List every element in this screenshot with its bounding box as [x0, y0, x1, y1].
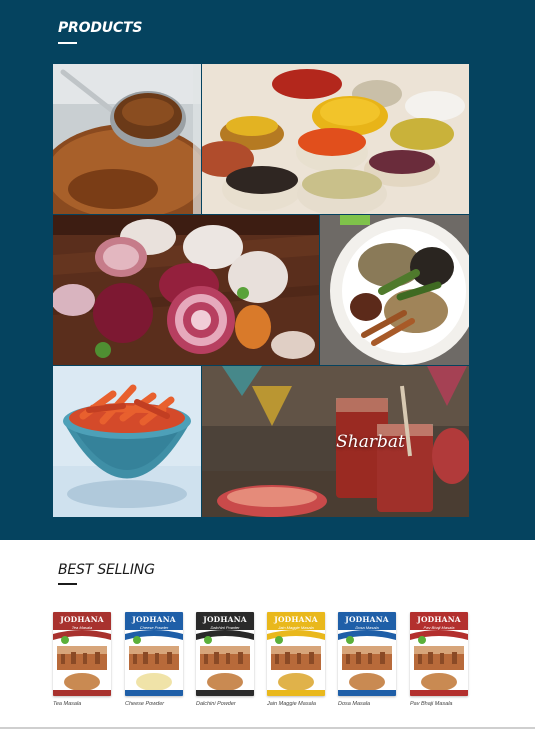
pack-brand: JODHANA — [203, 615, 247, 624]
product-pack-image: JODHANA Pav Bhaji Masala — [410, 612, 468, 696]
spice-bowls-image — [202, 64, 469, 214]
onion-garlic-image — [53, 215, 319, 365]
product-card[interactable]: JODHANA Dalchini Powder Dalchini Powder — [196, 612, 254, 707]
product-pack-image: JODHANA Jain Maggie Masala — [267, 612, 325, 696]
product-pack-image: JODHANA Dalchini Powder — [196, 612, 254, 696]
tile-spice-bowls[interactable] — [202, 64, 469, 214]
pack-brand: JODHANA — [345, 615, 389, 624]
best-selling-section: BEST SELLING JODHANA Tea Masala Tea Masala… — [0, 540, 535, 730]
tile-spice-powder-spoon[interactable] — [53, 64, 201, 214]
pack-brand: JODHANA — [274, 615, 318, 624]
product-name[interactable]: Dalchini Powder — [196, 701, 254, 707]
pack-subtitle: Cheese Powder — [139, 625, 169, 630]
pack-subtitle: Tea Masala — [71, 625, 93, 630]
product-pack-image: JODHANA Tea Masala — [53, 612, 111, 696]
pickle-bowl-image — [53, 366, 201, 517]
tile-sharbat[interactable]: Sharbat — [202, 366, 469, 517]
pack-brand: JODHANA — [132, 615, 176, 624]
products-title-underline — [58, 42, 77, 44]
product-card[interactable]: JODHANA Dosa Masala Dosa Masala — [338, 612, 396, 707]
best-selling-title-underline — [58, 583, 77, 585]
product-pack-image: JODHANA Cheese Powder — [125, 612, 183, 696]
footer-divider — [0, 727, 535, 729]
pack-brand: JODHANA — [417, 615, 461, 624]
products-title: PRODUCTS — [58, 20, 143, 36]
product-name[interactable]: Jain Maggie Masala — [267, 701, 325, 707]
tile-whole-spices-plate[interactable] — [320, 215, 469, 365]
spice-powder-image — [53, 64, 201, 214]
pack-subtitle: Jain Maggie Masala — [278, 625, 314, 630]
product-card[interactable]: JODHANA Pav Bhaji Masala Pav Bhaji Masala — [410, 612, 468, 707]
products-section: PRODUCTS Sharbat — [0, 0, 535, 540]
product-name[interactable]: Tea Masala — [53, 701, 111, 707]
tile-pickle-bowl[interactable] — [53, 366, 201, 517]
pack-subtitle: Dosa Masala — [355, 625, 379, 630]
pack-subtitle: Pav Bhaji Masala — [423, 625, 455, 630]
pack-subtitle: Dalchini Powder — [210, 625, 240, 630]
best-selling-title: BEST SELLING — [58, 562, 155, 578]
product-card[interactable]: JODHANA Cheese Powder Cheese Powder — [125, 612, 183, 707]
product-name[interactable]: Dosa Masala — [338, 701, 396, 707]
product-card[interactable]: JODHANA Tea Masala Tea Masala — [53, 612, 111, 707]
tile-onion-garlic[interactable] — [53, 215, 319, 365]
product-card[interactable]: JODHANA Jain Maggie Masala Jain Maggie Mas… — [267, 612, 325, 707]
whole-spices-image — [320, 215, 469, 365]
pack-brand: JODHANA — [60, 615, 104, 624]
product-name[interactable]: Cheese Powder — [125, 701, 183, 707]
product-pack-image: JODHANA Dosa Masala — [338, 612, 396, 696]
sharbat-label: Sharbat — [336, 431, 405, 452]
product-name[interactable]: Pav Bhaji Masala — [410, 701, 468, 707]
